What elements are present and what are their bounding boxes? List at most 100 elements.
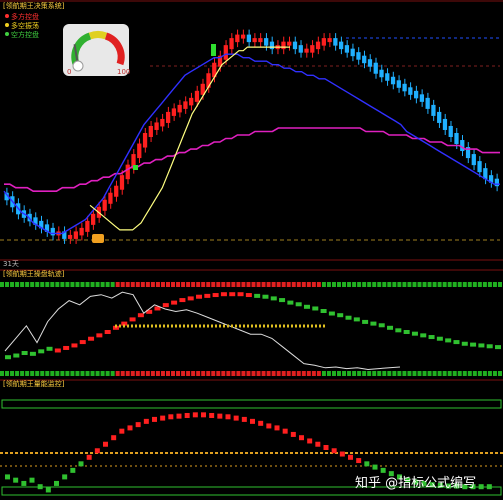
track-bar	[461, 341, 468, 346]
track-bar	[187, 296, 194, 301]
track-bar	[370, 321, 377, 326]
signal-strip-top	[140, 282, 145, 287]
signal-strip-top	[25, 282, 30, 287]
signal-marker-small	[133, 165, 138, 170]
legend-label-range: 多空振荡	[11, 21, 39, 30]
signal-strip-bottom	[171, 371, 176, 376]
signal-strip-top	[482, 282, 487, 287]
track-bar	[204, 293, 211, 298]
volume-bar	[339, 451, 345, 457]
signal-strip-bottom	[256, 371, 261, 376]
signal-strip-bottom	[15, 371, 20, 376]
signal-strip-top	[30, 282, 35, 287]
signal-strip-bottom	[266, 371, 271, 376]
signal-strip-top	[452, 282, 457, 287]
signal-strip-top	[5, 282, 10, 287]
signal-strip-top	[412, 282, 417, 287]
candle-body	[223, 45, 228, 60]
volume-bar	[486, 484, 492, 490]
signal-strip-bottom	[191, 371, 196, 376]
signal-strip-top	[226, 282, 231, 287]
signal-strip-bottom	[337, 371, 342, 376]
signal-strip-bottom	[181, 371, 186, 376]
volume-bar	[168, 414, 174, 420]
signal-strip-top	[241, 282, 246, 287]
candle-body	[154, 122, 159, 130]
signal-strip-bottom	[65, 371, 70, 376]
signal-strip-top	[472, 282, 477, 287]
panel1-legend: 多方控盘 多空振荡 空方控盘	[5, 12, 39, 39]
candle-body	[321, 38, 326, 46]
volume-bar	[282, 428, 288, 434]
track-bar	[129, 317, 136, 322]
ma-long-line	[4, 127, 500, 192]
candle-body	[171, 108, 177, 116]
volume-bar	[331, 448, 337, 454]
signal-strip-top	[326, 282, 331, 287]
signal-strip-bottom	[452, 371, 457, 376]
signal-strip-bottom	[286, 371, 291, 376]
track-bar	[29, 351, 36, 356]
volume-bar	[348, 454, 353, 460]
track-bar	[470, 342, 477, 347]
signal-strip-top	[286, 282, 291, 287]
volume-bar	[13, 477, 19, 483]
candle-body	[292, 41, 298, 50]
signal-strip-top	[382, 282, 387, 287]
track-bar	[345, 315, 352, 320]
candle-body	[206, 73, 211, 88]
candle-body	[177, 104, 182, 113]
track-bar	[88, 336, 95, 341]
signal-strip-top	[231, 282, 236, 287]
volume-bar	[250, 418, 255, 424]
signal-strip-bottom	[70, 371, 75, 376]
watermark: 知乎 @指标公式编写	[355, 475, 476, 491]
track-bar	[312, 306, 319, 311]
signal-strip-top	[55, 282, 60, 287]
track-bar	[179, 298, 186, 303]
track-bar	[262, 294, 269, 299]
volume-bar	[192, 412, 198, 418]
volume-strip-top	[1, 399, 502, 409]
signal-strip-bottom	[301, 371, 306, 376]
signal-strip-top	[105, 282, 110, 287]
signal-strip-top	[15, 282, 20, 287]
signal-strip-top	[216, 282, 221, 287]
volume-bar	[307, 438, 313, 444]
signal-strip-bottom	[417, 371, 422, 376]
signal-strip-top	[130, 282, 135, 287]
signal-strip-bottom	[95, 371, 100, 376]
volume-bar	[152, 416, 157, 422]
signal-strip-top	[85, 282, 90, 287]
signal-strip-top	[196, 282, 201, 287]
track-bar	[279, 298, 286, 303]
signal-strip-top	[95, 282, 100, 287]
signal-strip-bottom	[221, 371, 226, 376]
candle-body	[344, 45, 350, 53]
track-bar	[411, 331, 418, 336]
track-bar	[403, 330, 410, 334]
candle-body	[385, 73, 390, 81]
volume-bar	[135, 422, 141, 428]
signal-strip-top	[347, 282, 352, 287]
signal-strip-bottom	[115, 371, 120, 376]
signal-strip-bottom	[110, 371, 115, 376]
signal-strip-top	[457, 282, 462, 287]
signal-strip-bottom	[372, 371, 377, 376]
candle-body	[454, 133, 459, 145]
signal-strip-bottom	[276, 371, 281, 376]
signal-strip-top	[171, 282, 176, 287]
signal-strip-bottom	[80, 371, 85, 376]
signal-strip-bottom	[412, 371, 417, 376]
signal-strip-bottom	[442, 371, 447, 376]
candle-body	[367, 59, 373, 67]
signal-strip-top	[427, 282, 432, 287]
volume-bar	[274, 425, 280, 431]
signal-strip-top	[251, 282, 256, 287]
gauge-low-label: 0	[67, 68, 71, 76]
candle-body	[339, 41, 344, 50]
signal-strip-top	[201, 282, 206, 287]
volume-bar	[184, 412, 190, 418]
candle-body	[477, 161, 482, 173]
signal-strip-bottom	[75, 371, 80, 376]
